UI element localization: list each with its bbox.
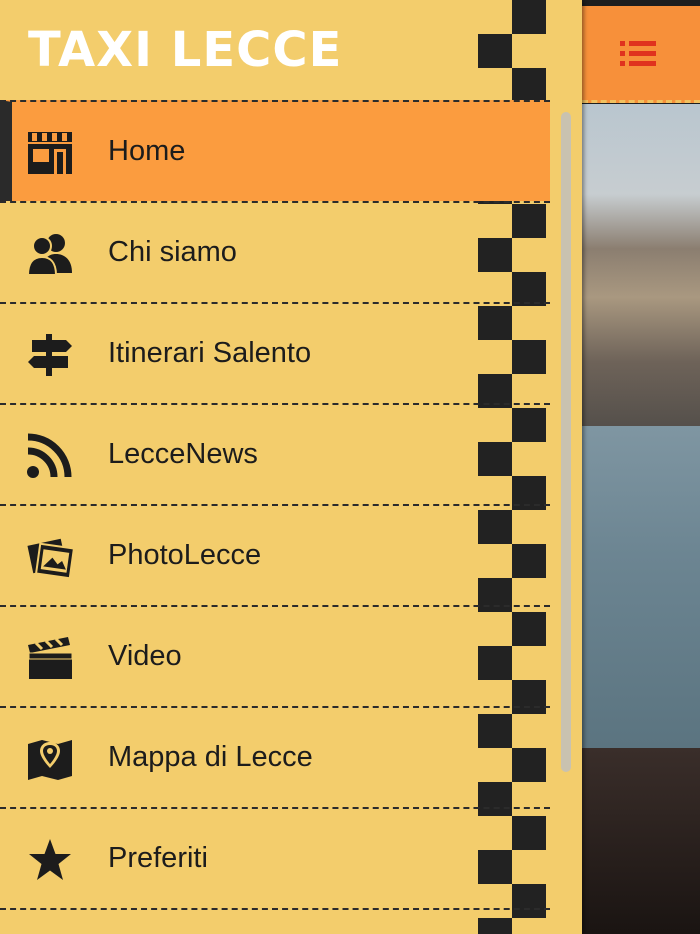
menu-item-leccenews[interactable]: LecceNews xyxy=(0,403,550,504)
clapperboard-icon xyxy=(26,635,74,681)
menu-item-label: Video xyxy=(108,640,182,672)
menu-item-partial xyxy=(0,908,550,934)
checker-stripe-top xyxy=(478,0,546,100)
menu-item-label: Mappa di Lecce xyxy=(108,741,313,773)
menu-item-label: PhotoLecce xyxy=(108,539,262,571)
list-menu-icon xyxy=(620,41,656,66)
menu-item-label: LecceNews xyxy=(108,438,258,470)
star-icon xyxy=(26,837,74,883)
app-content xyxy=(582,0,700,934)
map-pin-icon xyxy=(26,736,74,782)
city-photo[interactable] xyxy=(582,104,700,426)
signpost-icon xyxy=(26,332,74,378)
dark-photo[interactable] xyxy=(582,748,700,934)
menu-item-video[interactable]: Video xyxy=(0,605,550,706)
sea-photo[interactable] xyxy=(582,426,700,748)
menu-item-chi-siamo[interactable]: Chi siamo xyxy=(0,201,550,302)
menu-list: Home Chi siamo Itinerari Salento LecceNe… xyxy=(0,100,550,934)
scrollbar-thumb[interactable] xyxy=(561,112,571,772)
menu-item-label: Home xyxy=(108,135,186,167)
drawer-scrollbar[interactable] xyxy=(558,104,574,934)
app-header xyxy=(582,6,700,103)
menu-item-label: Preferiti xyxy=(108,842,208,874)
menu-item-itinerari-salento[interactable]: Itinerari Salento xyxy=(0,302,550,403)
rss-icon xyxy=(26,433,74,479)
menu-item-label: Itinerari Salento xyxy=(108,337,312,369)
menu-item-label: Chi siamo xyxy=(108,236,237,268)
navigation-drawer: TAXI LECCE Home Chi siamo Itinerari Sale… xyxy=(0,0,582,934)
menu-toggle-button[interactable] xyxy=(618,38,658,70)
photos-icon xyxy=(26,534,76,580)
menu-item-photolecce[interactable]: PhotoLecce xyxy=(0,504,550,605)
app-title: TAXI LECCE xyxy=(28,22,343,78)
menu-item-mappa-di-lecce[interactable]: Mappa di Lecce xyxy=(0,706,550,807)
storefront-icon xyxy=(26,130,74,176)
menu-item-preferiti[interactable]: Preferiti xyxy=(0,807,550,908)
users-icon xyxy=(26,231,74,277)
menu-item-home[interactable]: Home xyxy=(0,100,550,201)
